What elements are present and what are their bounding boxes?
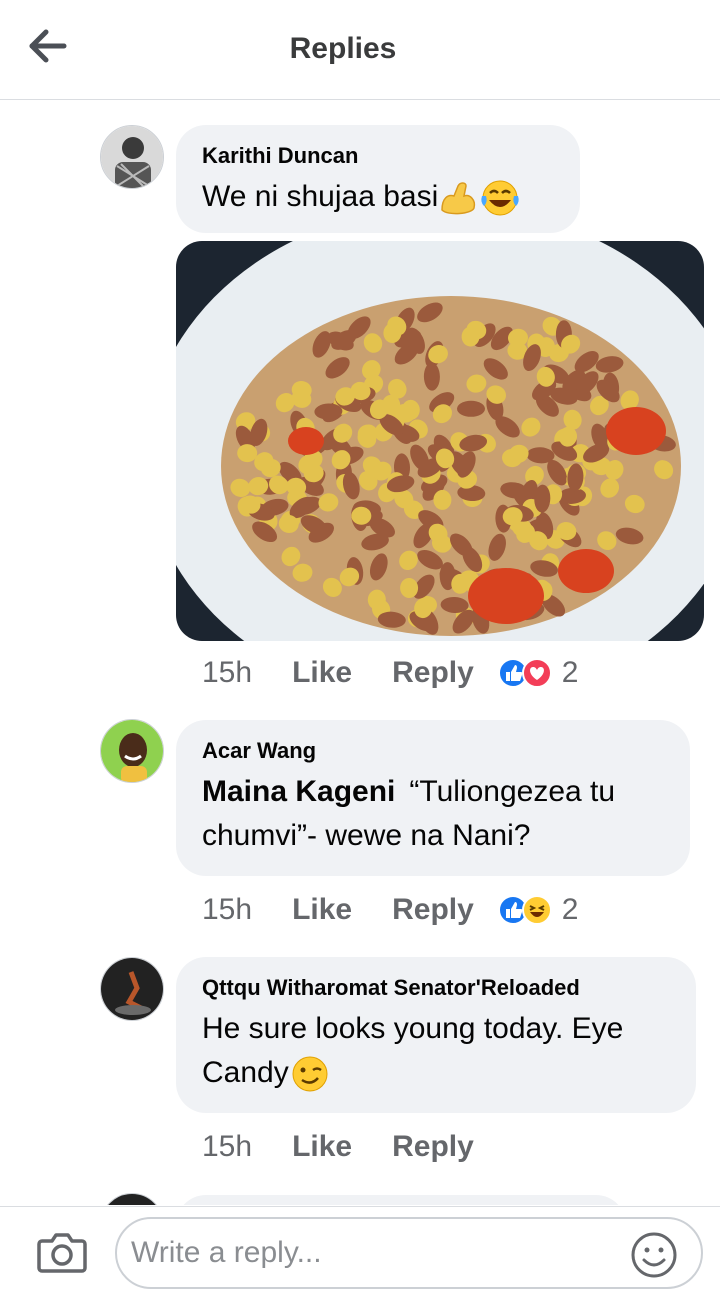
- profile-photo-icon: [101, 958, 163, 1020]
- reaction-count: 2: [561, 656, 579, 689]
- comment-text-row: He sure looks young today. Eye Candy: [202, 1007, 670, 1095]
- food-photo-image: [176, 241, 704, 641]
- like-button[interactable]: Like: [292, 656, 352, 690]
- comment-text-row: Maina Kageni “Tuliongezea tu chumvi”- wew…: [202, 770, 664, 858]
- comment-actions: 15h Like Reply 2: [202, 653, 578, 693]
- comment-bubble[interactable]: Karithi Duncan We ni shujaa basi: [176, 125, 580, 233]
- comment-author[interactable]: Qttqu Witharomat Senator'Reloaded: [202, 975, 670, 1001]
- mention-link[interactable]: Maina Kageni: [202, 775, 395, 808]
- comment-time: 15h: [202, 656, 253, 689]
- emoji-picker-icon[interactable]: [630, 1231, 678, 1279]
- profile-photo-icon: [101, 126, 163, 188]
- winking-face-icon: [292, 1056, 328, 1092]
- comment-text: We ni shujaa basi: [202, 180, 439, 213]
- header-bar: Replies: [0, 0, 720, 100]
- comment-bubble[interactable]: Qttqu Witharomat Senator'Reloaded He sur…: [176, 957, 696, 1113]
- comment-author[interactable]: Karithi Duncan: [202, 143, 554, 169]
- avatar[interactable]: [100, 125, 164, 189]
- reply-button[interactable]: Reply: [392, 893, 474, 927]
- comment-bubble[interactable]: [176, 1195, 626, 1205]
- comment-actions: 15h Like Reply 2: [202, 890, 578, 930]
- comment-text: He sure looks young today. Eye Candy: [202, 1012, 624, 1089]
- avatar[interactable]: [100, 719, 164, 783]
- camera-icon[interactable]: [36, 1229, 88, 1275]
- comment-actions: 15h Like Reply: [202, 1127, 514, 1167]
- flexed-biceps-icon: [441, 182, 476, 215]
- reaction-summary[interactable]: 2: [497, 893, 579, 927]
- replies-list[interactable]: Karithi Duncan We ni shujaa basi 15h Lik…: [0, 101, 720, 1205]
- comment-photo[interactable]: [176, 241, 704, 641]
- reply-input[interactable]: [115, 1217, 703, 1289]
- reply-composer: [0, 1206, 720, 1293]
- comment-time: 15h: [202, 893, 253, 926]
- avatar[interactable]: [100, 957, 164, 1021]
- love-reaction-icon: [521, 658, 552, 688]
- reply-button[interactable]: Reply: [392, 1130, 474, 1164]
- profile-photo-icon: [101, 720, 163, 782]
- reply-button[interactable]: Reply: [392, 656, 474, 690]
- avatar[interactable]: [100, 1193, 164, 1205]
- reaction-count: 2: [561, 893, 579, 926]
- page-title: Replies: [289, 32, 397, 65]
- reaction-summary[interactable]: 2: [497, 656, 579, 690]
- haha-reaction-icon: [521, 895, 552, 925]
- comment-author[interactable]: Acar Wang: [202, 738, 664, 764]
- like-button[interactable]: Like: [292, 1130, 352, 1164]
- comment-bubble[interactable]: Acar Wang Maina Kageni “Tuliongezea tu ch…: [176, 720, 690, 876]
- comment-text-row: We ni shujaa basi: [202, 175, 554, 219]
- like-button[interactable]: Like: [292, 893, 352, 927]
- comment-time: 15h: [202, 1130, 253, 1163]
- tears-of-joy-icon: [481, 180, 519, 216]
